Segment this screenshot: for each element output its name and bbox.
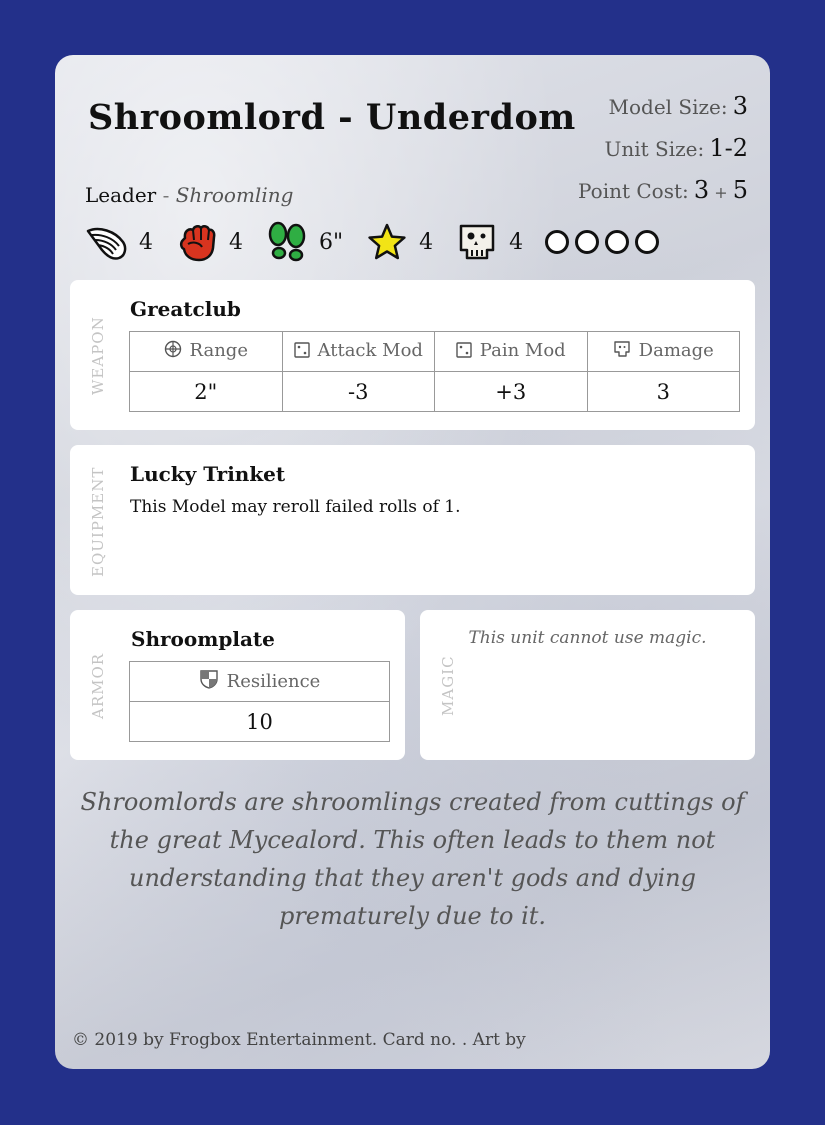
star-icon [365,220,409,264]
crosshair-icon [164,340,182,363]
stat-health: 4 [455,220,523,264]
unit-size-value: 1-2 [709,134,748,162]
skull-icon [455,220,499,264]
stat-value: 4 [509,229,524,255]
wound-tracker [545,230,665,254]
stat-movement: 6" [265,220,343,264]
stat-melee: 4 [175,220,243,264]
pain-mod-label: Pain Mod [479,340,566,361]
point-cost-row: Point Cost: 3 + 5 [578,169,748,211]
table-row: 2" -3 +3 3 [129,371,740,412]
unit-size-row: Unit Size: 1-2 [578,127,749,169]
flavor-text: Shroomlords are shroomlings created from… [80,788,745,930]
skull-icon [613,340,631,363]
stat-value: 4 [139,229,153,255]
armor-stats-table: Resilience 10 [129,661,390,742]
wound-circle[interactable] [545,230,570,254]
footprints-icon [265,220,309,264]
armor-panel: ARMOR Shroomplate Resilience 10 [70,610,405,760]
unit-card: Shroomlord - Underdom Model Size: 3 Unit… [55,55,770,1069]
model-size-label: Model Size: [608,95,728,119]
attack-mod-label: Attack Mod [317,340,423,361]
range-label: Range [189,340,248,361]
magic-side-label: MAGIC [439,655,457,716]
copyright-footer: © 2019 by Frogbox Entertainment. Card no… [72,1030,526,1050]
point-cost-base: 3 [693,176,710,204]
resilience-header: Resilience [129,661,390,702]
stat-movement-flight: 4 [85,220,153,264]
magic-description: This unit cannot use magic. [468,628,707,648]
wing-icon [85,220,129,264]
pain-mod-value: +3 [434,371,588,412]
weapon-side-label: WEAPON [89,316,107,395]
wound-circle[interactable] [635,230,660,254]
attack-mod-header: Attack Mod [281,331,435,372]
armor-name: Shroomplate [131,627,275,651]
equipment-description: This Model may reroll failed rolls of 1. [130,497,461,517]
model-size-row: Model Size: 3 [578,85,749,127]
damage-header: Damage [586,331,740,372]
unit-type: Shroomling [175,183,294,207]
range-header: Range [129,331,283,372]
pain-mod-header: Pain Mod [434,331,588,372]
armor-side-label: ARMOR [89,652,107,719]
model-size-value: 3 [732,92,748,120]
weapon-stats-table: Range Attack Mod Pain Mod Damage 2" -3 +… [129,331,740,412]
stat-value: 4 [229,229,243,255]
stat-value: 4 [419,229,434,255]
card-title: Shroomlord - Underdom [88,97,576,138]
wound-circle[interactable] [575,230,600,254]
stat-courage: 4 [365,220,433,264]
unit-stats-block: Model Size: 3 Unit Size: 1-2 Point Cost:… [578,85,748,211]
table-row: 10 [129,701,390,742]
damage-value: 3 [586,371,740,412]
dice-icon [456,342,472,363]
damage-label: Damage [638,340,714,361]
table-header-row: Range Attack Mod Pain Mod Damage [129,331,740,372]
dice-icon [293,342,310,363]
weapon-name: Greatclub [130,297,241,321]
unit-role: Leader [85,183,157,207]
range-value: 2" [129,371,283,412]
point-cost-extra: 5 [732,176,748,204]
stat-value: 6" [319,229,344,255]
equipment-name: Lucky Trinket [130,462,286,486]
equipment-side-label: EQUIPMENT [89,466,107,577]
unit-role-line: Leader - Shroomling [85,183,293,207]
point-cost-plus: + [714,183,728,202]
weapon-panel: WEAPON Greatclub Range Attack Mod Pain M… [70,280,755,430]
table-header-row: Resilience [129,661,390,702]
point-cost-label: Point Cost: [578,179,689,203]
magic-panel: MAGIC This unit cannot use magic. [420,610,755,760]
wound-circle[interactable] [605,230,630,254]
equipment-panel: EQUIPMENT Lucky Trinket This Model may r… [70,445,755,595]
role-separator: - [162,183,170,207]
resilience-value: 10 [129,701,390,742]
resilience-label: Resilience [226,671,321,692]
unit-size-label: Unit Size: [604,137,705,161]
attack-mod-value: -3 [281,371,435,412]
fist-icon [175,220,219,264]
stat-icons-row: 4 4 6" 4 4 [85,220,665,264]
shield-icon [199,669,219,694]
